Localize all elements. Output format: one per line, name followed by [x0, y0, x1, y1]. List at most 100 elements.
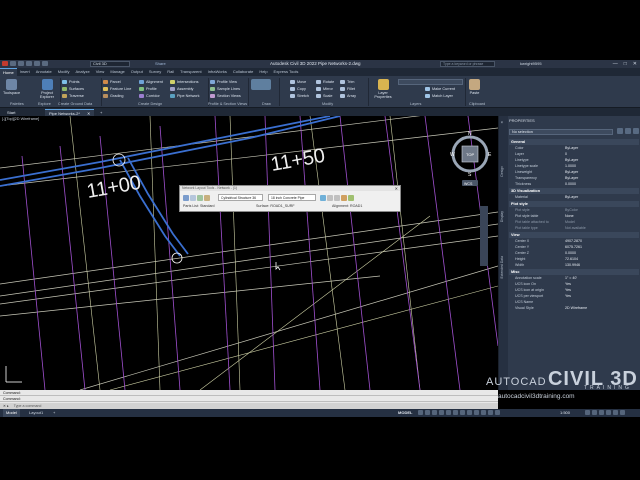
- prop-row[interactable]: Thickness 0.0000: [509, 181, 639, 187]
- project-explorer-button[interactable]: Project Explorer: [37, 79, 57, 99]
- search-input[interactable]: Type a keyword or phrase: [440, 61, 495, 67]
- tab-modify[interactable]: Modify: [55, 68, 73, 76]
- tab-infraworks[interactable]: InfraWorks: [205, 68, 230, 76]
- workspace-select[interactable]: Civil 3D: [90, 61, 130, 67]
- annotation-monitor-icon[interactable]: [592, 410, 597, 415]
- make-current-button[interactable]: Make Current: [425, 87, 455, 91]
- layer-dropdown[interactable]: [398, 79, 463, 85]
- side-tab-design[interactable]: Design: [500, 166, 504, 177]
- open-icon[interactable]: [18, 61, 24, 66]
- tab-view[interactable]: View: [93, 68, 108, 76]
- palette-close-icon[interactable]: ✕: [500, 120, 504, 124]
- grading-button[interactable]: Grading: [103, 94, 124, 98]
- array-button[interactable]: Array: [340, 94, 356, 98]
- corridor-button[interactable]: Corridor: [139, 94, 160, 98]
- section-views-button[interactable]: Section Views: [210, 94, 241, 98]
- ortho-icon[interactable]: [432, 410, 437, 415]
- customization-icon[interactable]: [620, 410, 625, 415]
- traverse-button[interactable]: Traverse: [62, 94, 84, 98]
- toolspace-button[interactable]: Toolspace: [3, 79, 20, 95]
- minimize-icon[interactable]: —: [613, 61, 618, 67]
- tab-manage[interactable]: Manage: [107, 68, 127, 76]
- structure-dropdown[interactable]: Cylindrical Structure 36: [218, 194, 263, 201]
- parcel-button[interactable]: Parcel: [103, 80, 121, 84]
- network-tools-group-1[interactable]: [183, 194, 210, 201]
- snap-icon[interactable]: [425, 410, 430, 415]
- alignment-icon[interactable]: [204, 194, 210, 201]
- assembly-button[interactable]: Assembly: [170, 87, 193, 91]
- polar-icon[interactable]: [439, 410, 444, 415]
- fillet-button[interactable]: Fillet: [340, 87, 355, 91]
- add-layout-button[interactable]: +: [50, 409, 58, 417]
- user-account[interactable]: kwright9595: [520, 61, 542, 66]
- alignment-button[interactable]: Alignment: [139, 80, 163, 84]
- delete-part-icon[interactable]: [334, 194, 340, 201]
- network-edit-icon[interactable]: [348, 194, 354, 201]
- share-button[interactable]: Share: [155, 61, 166, 66]
- network-properties-icon[interactable]: [183, 194, 189, 201]
- rotate-button[interactable]: Rotate: [316, 80, 334, 84]
- auto-scale-icon[interactable]: [488, 410, 493, 415]
- pipe-network-vistas-icon[interactable]: [341, 194, 347, 201]
- tab-layout1[interactable]: Layout1: [26, 409, 46, 417]
- tab-analyze[interactable]: Analyze: [72, 68, 92, 76]
- annotation-visibility-icon[interactable]: [481, 410, 486, 415]
- scale-button[interactable]: Scale: [316, 94, 333, 98]
- transparency-icon[interactable]: [467, 410, 472, 415]
- app-menu-icon[interactable]: [2, 61, 8, 66]
- otrack-icon[interactable]: [453, 410, 458, 415]
- tab-express-tools[interactable]: Express Tools: [271, 68, 302, 76]
- tab-collaborate[interactable]: Collaborate: [230, 68, 256, 76]
- toggle-pickadd-icon[interactable]: [617, 128, 623, 134]
- redo-icon[interactable]: [42, 61, 48, 66]
- pipe-network-button[interactable]: Pipe Network: [170, 94, 200, 98]
- surfaces-button[interactable]: Surfaces: [62, 87, 84, 91]
- save-icon[interactable]: [26, 61, 32, 66]
- mirror-button[interactable]: Mirror: [316, 87, 333, 91]
- copy-button[interactable]: Copy: [290, 87, 306, 91]
- draw-button[interactable]: [251, 79, 271, 91]
- tab-help[interactable]: Help: [256, 68, 270, 76]
- draw-pipes-icon[interactable]: [320, 194, 326, 201]
- paste-button[interactable]: Paste: [469, 79, 480, 95]
- workspace-icon[interactable]: [585, 410, 590, 415]
- quick-access-toolbar[interactable]: [2, 61, 48, 66]
- grid-icon[interactable]: [418, 410, 423, 415]
- tab-pipe-networks[interactable]: Pipe Networks-2* ✕: [45, 109, 95, 116]
- navigation-bar[interactable]: [480, 206, 488, 266]
- tab-start[interactable]: Start: [3, 109, 19, 116]
- close-icon[interactable]: ✕: [395, 186, 398, 191]
- isolate-icon[interactable]: [606, 410, 611, 415]
- network-tools-group-2[interactable]: [320, 194, 354, 201]
- move-button[interactable]: Move: [290, 80, 306, 84]
- points-button[interactable]: Points: [62, 80, 80, 84]
- feature-line-button[interactable]: Feature Line: [103, 87, 131, 91]
- close-icon[interactable]: ✕: [633, 61, 637, 67]
- lineweight-icon[interactable]: [460, 410, 465, 415]
- model-space-button[interactable]: MODEL: [398, 409, 412, 417]
- new-icon[interactable]: [10, 61, 16, 66]
- surface-icon[interactable]: [197, 194, 203, 201]
- trim-button[interactable]: Trim: [340, 80, 354, 84]
- quick-select-icon[interactable]: [633, 128, 639, 134]
- annotation-scale-icon[interactable]: [495, 410, 500, 415]
- undo-icon[interactable]: [34, 61, 40, 66]
- new-tab-button[interactable]: +: [96, 109, 106, 116]
- side-tab-display[interactable]: Display: [500, 211, 504, 222]
- selection-cycling-icon[interactable]: [474, 410, 479, 415]
- tab-insert[interactable]: Insert: [17, 68, 33, 76]
- annotation-scale[interactable]: 1:500: [560, 409, 570, 417]
- tab-transparent[interactable]: Transparent: [177, 68, 204, 76]
- side-tab-extended-data[interactable]: Extended Data: [500, 256, 504, 278]
- osnap-icon[interactable]: [446, 410, 451, 415]
- prop-row[interactable]: Material ByLayer: [509, 194, 639, 200]
- fullscreen-icon[interactable]: [613, 410, 618, 415]
- prop-row[interactable]: Visual Style 2D Wireframe: [509, 305, 639, 311]
- tab-output[interactable]: Output: [128, 68, 146, 76]
- command-close-icon[interactable]: ✕ ▸: [3, 404, 9, 408]
- prop-row[interactable]: Width 130.9946: [509, 262, 639, 268]
- tab-annotate[interactable]: Annotate: [33, 68, 55, 76]
- command-input[interactable]: Type a command: [14, 404, 42, 408]
- sample-lines-button[interactable]: Sample Lines: [210, 87, 240, 91]
- stretch-button[interactable]: Stretch: [290, 94, 309, 98]
